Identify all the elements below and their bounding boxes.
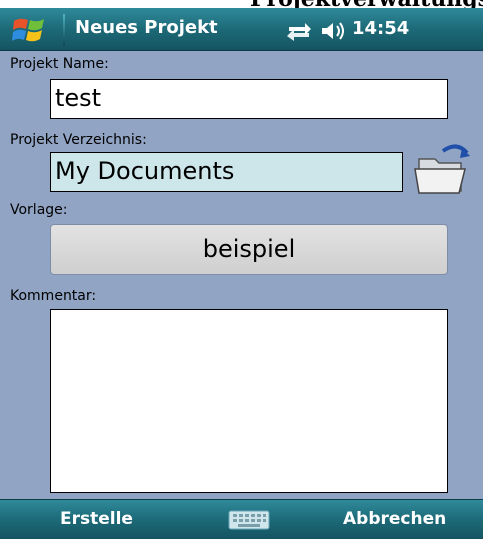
folder-open-icon[interactable] <box>413 141 473 197</box>
comment-label: Kommentar: <box>10 288 97 304</box>
template-select-button[interactable]: beispiel <box>50 224 448 275</box>
clock[interactable]: 14:54 <box>352 18 409 39</box>
connectivity-icon[interactable] <box>286 20 312 42</box>
cancel-softkey[interactable]: Abbrechen <box>343 509 446 529</box>
comment-field[interactable] <box>50 309 448 493</box>
project-directory-field[interactable]: My Documents <box>50 152 403 192</box>
title-divider <box>63 14 65 46</box>
project-name-label: Projekt Name: <box>10 56 109 72</box>
menu-bar: Erstelle Abbrechen <box>0 499 483 539</box>
new-project-form: Projekt Name: test Projekt Verzeichnis: … <box>0 51 483 499</box>
project-name-field[interactable]: test <box>50 79 448 119</box>
volume-icon[interactable] <box>320 20 346 42</box>
title-bar: Neues Projekt 14:54 <box>0 8 483 51</box>
window-title: Neues Projekt <box>75 17 218 38</box>
create-softkey[interactable]: Erstelle <box>60 509 133 529</box>
keyboard-icon[interactable] <box>228 509 270 531</box>
project-directory-label: Projekt Verzeichnis: <box>10 132 147 148</box>
windows-start-icon[interactable] <box>10 15 56 45</box>
template-label: Vorlage: <box>10 202 68 218</box>
